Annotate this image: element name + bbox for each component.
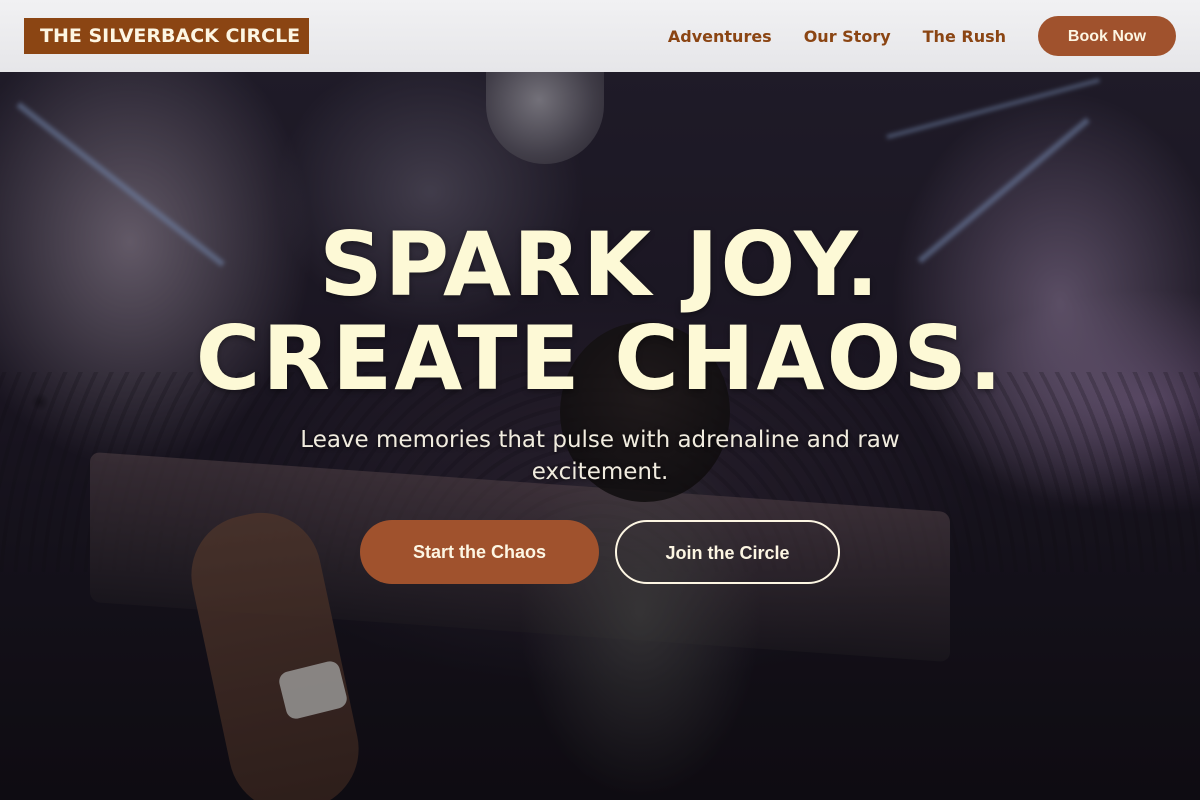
hero-section: SPARK JOY. CREATE CHAOS. Leave memories …: [0, 72, 1200, 800]
hero-headline: SPARK JOY. CREATE CHAOS.: [0, 218, 1200, 406]
site-header: THE SILVERBACK CIRCLE Adventures Our Sto…: [0, 0, 1200, 72]
site-logo[interactable]: THE SILVERBACK CIRCLE: [24, 18, 309, 54]
main-nav: Adventures Our Story The Rush Book Now: [668, 16, 1176, 56]
start-the-chaos-button[interactable]: Start the Chaos: [360, 520, 599, 584]
nav-link-our-story[interactable]: Our Story: [804, 27, 891, 46]
nav-link-the-rush[interactable]: The Rush: [923, 27, 1006, 46]
landing-page: THE SILVERBACK CIRCLE Adventures Our Sto…: [0, 0, 1200, 800]
nav-link-adventures[interactable]: Adventures: [668, 27, 772, 46]
hero-subtitle: Leave memories that pulse with adrenalin…: [300, 427, 900, 485]
headline-line-1: SPARK JOY.: [319, 213, 881, 316]
book-now-button[interactable]: Book Now: [1038, 16, 1176, 56]
join-the-circle-button[interactable]: Join the Circle: [615, 520, 840, 584]
headline-line-2: CREATE CHAOS.: [195, 307, 1005, 410]
